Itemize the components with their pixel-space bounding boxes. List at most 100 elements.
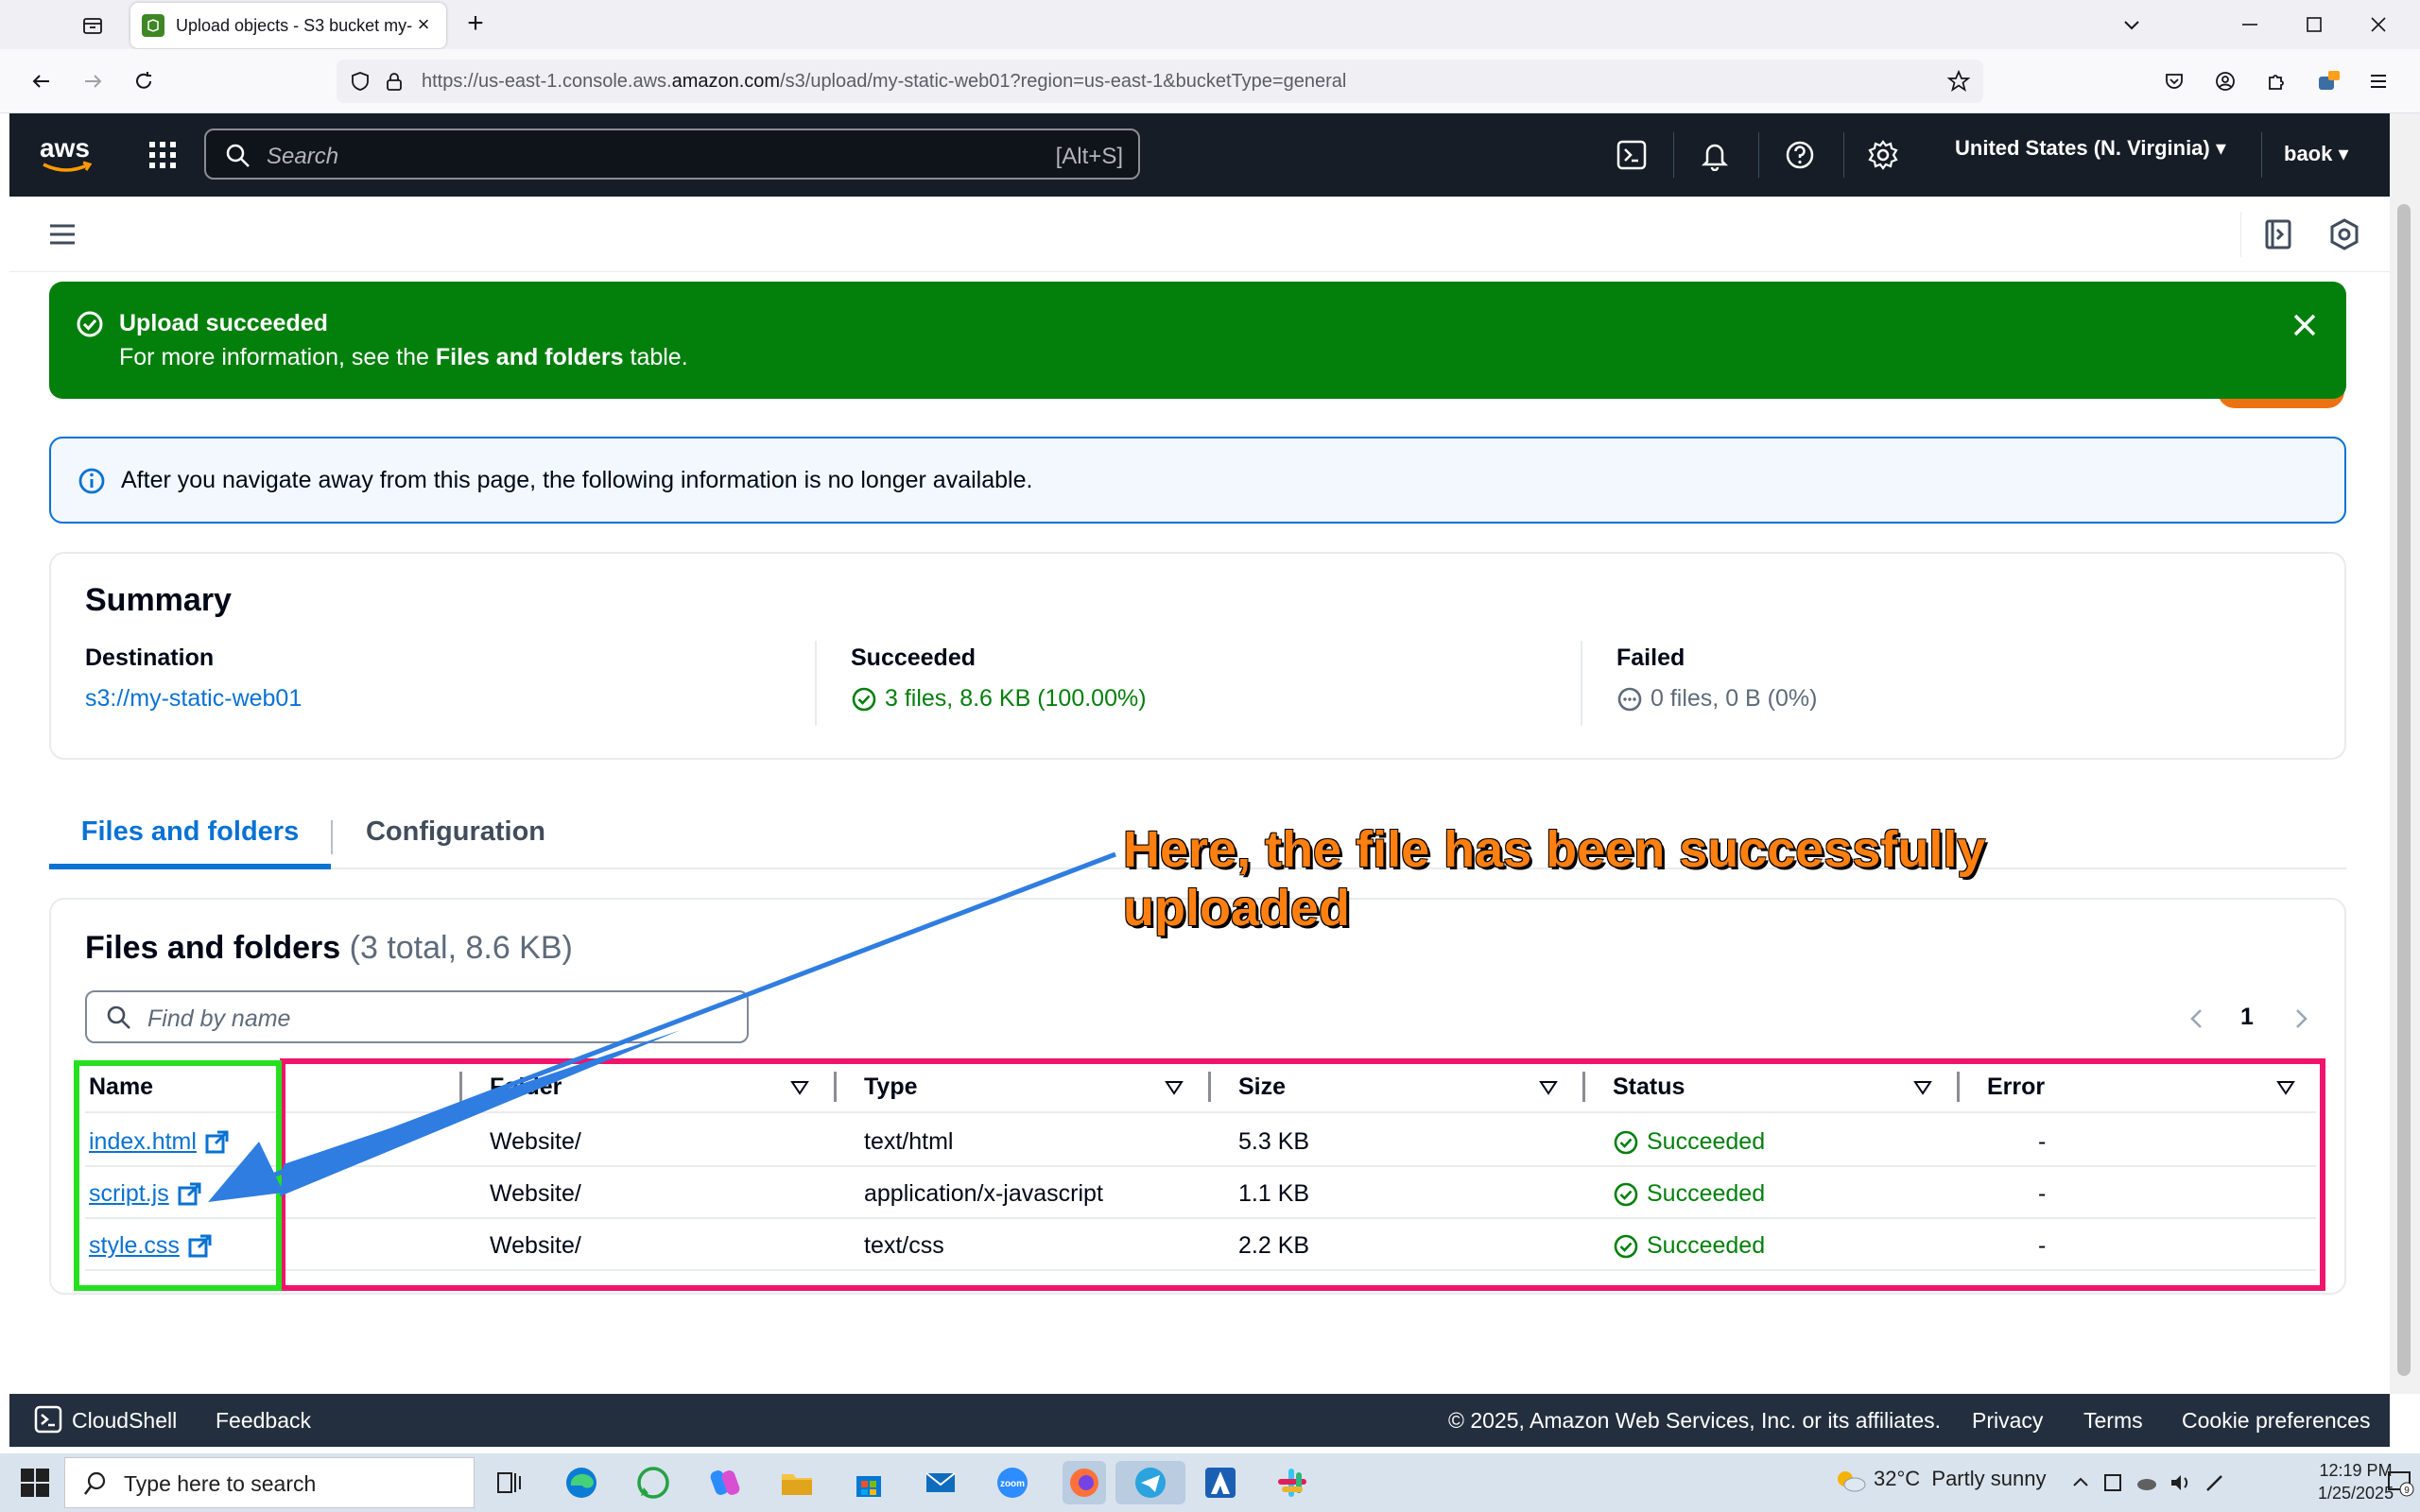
aws-logo[interactable]: aws: [38, 132, 95, 176]
header-divider: [1673, 132, 1674, 178]
find-by-name-input[interactable]: Find by name: [85, 990, 749, 1043]
search-shortcut: [Alt+S]: [1055, 144, 1123, 169]
terms-link[interactable]: Terms: [2083, 1408, 2143, 1434]
taskbar-clock[interactable]: 12:19 PM 1/25/2025: [2318, 1459, 2394, 1504]
pending-ellipsis-icon: [1617, 687, 1642, 711]
copilot-icon[interactable]: [703, 1461, 747, 1504]
window-close-icon[interactable]: [2363, 9, 2394, 40]
list-tabs-chevron-icon[interactable]: [2118, 11, 2146, 40]
header-divider: [2261, 132, 2262, 178]
tray-device-icon[interactable]: [2100, 1470, 2125, 1495]
annotation-text: Here, the file has been successfully upl…: [1123, 821, 1986, 936]
menu-icon[interactable]: [2363, 66, 2394, 96]
show-hidden-icons-chevron-icon[interactable]: [2068, 1470, 2093, 1495]
destination-link[interactable]: s3://my-static-web01: [85, 685, 302, 713]
header-divider: [2240, 212, 2241, 257]
amazon-q-icon[interactable]: [2325, 215, 2363, 253]
account-icon[interactable]: [2210, 66, 2240, 96]
onedrive-cloud-icon[interactable]: [2135, 1470, 2159, 1495]
volume-icon[interactable]: [2169, 1470, 2193, 1495]
new-tab-icon[interactable]: +: [461, 9, 490, 39]
failed-column: Failed 0 files, 0 B (0%): [1616, 644, 1817, 713]
firefox-icon[interactable]: [1063, 1461, 1106, 1504]
console-sub-header: [9, 197, 2390, 272]
succeeded-column: Succeeded 3 files, 8.6 KB (100.00%): [851, 644, 1147, 713]
services-grid-icon[interactable]: [144, 136, 182, 174]
current-page[interactable]: 1: [2240, 1004, 2254, 1031]
mail-icon[interactable]: [919, 1461, 962, 1504]
search-icon: [82, 1470, 109, 1497]
settings-gear-icon[interactable]: [1862, 134, 1904, 176]
zoom-icon[interactable]: zoom: [991, 1461, 1034, 1504]
account-menu[interactable]: baok ▾: [2284, 142, 2349, 166]
copyright-text: © 2025, Amazon Web Services, Inc. or its…: [1448, 1408, 1942, 1433]
info-message: After you navigate away from this page, …: [121, 467, 1033, 493]
success-check-icon: [76, 310, 104, 338]
info-alert: After you navigate away from this page, …: [49, 437, 2346, 524]
tab-overview-icon[interactable]: [78, 10, 108, 41]
windows-start-icon[interactable]: [19, 1467, 51, 1499]
succeeded-label: Succeeded: [851, 644, 977, 671]
file-explorer-icon[interactable]: [775, 1461, 819, 1504]
forward-arrow-icon[interactable]: [78, 66, 108, 96]
region-selector[interactable]: United States (N. Virginia) ▾: [1955, 136, 2226, 161]
lock-icon[interactable]: [384, 71, 405, 92]
success-check-icon: [852, 687, 876, 711]
annotation-table-highlight: [280, 1058, 2325, 1291]
taskbar-search-input[interactable]: Type here to search: [64, 1457, 475, 1508]
search-placeholder: Search: [267, 144, 339, 169]
microsoft-store-icon[interactable]: [847, 1461, 890, 1504]
annotation-name-highlight: [74, 1060, 282, 1291]
slack-icon[interactable]: [1270, 1461, 1314, 1504]
extensions-icon[interactable]: [2261, 66, 2291, 96]
back-arrow-icon[interactable]: [26, 66, 57, 96]
bookmark-star-icon[interactable]: [1947, 70, 1970, 93]
files-panel-title: Files and folders (3 total, 8.6 KB): [85, 930, 573, 966]
notifications-icon[interactable]: 9: [2386, 1469, 2414, 1497]
url-bar[interactable]: https://us-east-1.console.aws.amazon.com…: [337, 60, 1983, 103]
failed-label: Failed: [1616, 644, 1685, 671]
maximize-icon[interactable]: [2299, 9, 2329, 40]
search-input[interactable]: Search [Alt+S]: [204, 129, 1140, 180]
summary-container: Summary Destination s3://my-static-web01…: [49, 552, 2346, 760]
browser-nav-bar: https://us-east-1.console.aws.amazon.com…: [0, 49, 2420, 113]
tools-panel-icon[interactable]: [2259, 215, 2297, 253]
feedback-link[interactable]: Feedback: [216, 1408, 311, 1434]
cloudshell-icon[interactable]: [1611, 134, 1652, 176]
tab-close-icon[interactable]: ×: [412, 14, 435, 37]
tab-configuration[interactable]: Configuration: [333, 801, 579, 869]
privacy-link[interactable]: Privacy: [1972, 1408, 2043, 1434]
notifications-bell-icon[interactable]: [1694, 134, 1736, 176]
azure-icon[interactable]: [1199, 1461, 1242, 1504]
cloudshell-footer-icon[interactable]: [34, 1405, 62, 1434]
task-view-icon[interactable]: [488, 1461, 531, 1504]
whatsapp-icon[interactable]: [631, 1461, 675, 1504]
reload-icon[interactable]: [129, 66, 159, 96]
svg-text:aws: aws: [40, 133, 90, 163]
s3-favicon-icon: [142, 14, 164, 37]
shield-icon[interactable]: [350, 71, 371, 92]
edge-browser-icon[interactable]: [560, 1461, 603, 1504]
minimize-icon[interactable]: [2235, 9, 2265, 40]
dismiss-banner-close-icon[interactable]: [2288, 308, 2322, 342]
extension-badge-icon[interactable]: [2312, 66, 2342, 96]
previous-page-chevron-icon[interactable]: [2184, 1005, 2210, 1032]
svg-text:zoom: zoom: [1000, 1479, 1025, 1489]
page-scrollbar[interactable]: [2390, 113, 2420, 1394]
taskbar-search-placeholder: Type here to search: [124, 1471, 317, 1496]
help-icon[interactable]: [1779, 134, 1821, 176]
banner-title: Upload succeeded: [119, 310, 328, 336]
browser-tab[interactable]: Upload objects - S3 bucket my-static-web…: [130, 3, 446, 48]
telegram-icon[interactable]: [1115, 1461, 1185, 1504]
pen-icon[interactable]: [2203, 1470, 2227, 1495]
cookie-preferences-link[interactable]: Cookie preferences: [2182, 1408, 2370, 1434]
browser-tab-strip: Upload objects - S3 bucket my-static-web…: [0, 0, 2420, 49]
pocket-icon[interactable]: [2159, 66, 2189, 96]
next-page-chevron-icon[interactable]: [2288, 1005, 2314, 1032]
weather-widget[interactable]: 32°C Partly sunny: [1834, 1467, 2046, 1492]
tab-files-and-folders[interactable]: Files and folders: [49, 801, 331, 869]
cloudshell-link[interactable]: CloudShell: [72, 1408, 177, 1434]
scrollbar-thumb[interactable]: [2397, 204, 2411, 1376]
side-nav-menu-icon[interactable]: [47, 219, 78, 249]
tab-title: Upload objects - S3 bucket my-static-web…: [176, 15, 412, 35]
